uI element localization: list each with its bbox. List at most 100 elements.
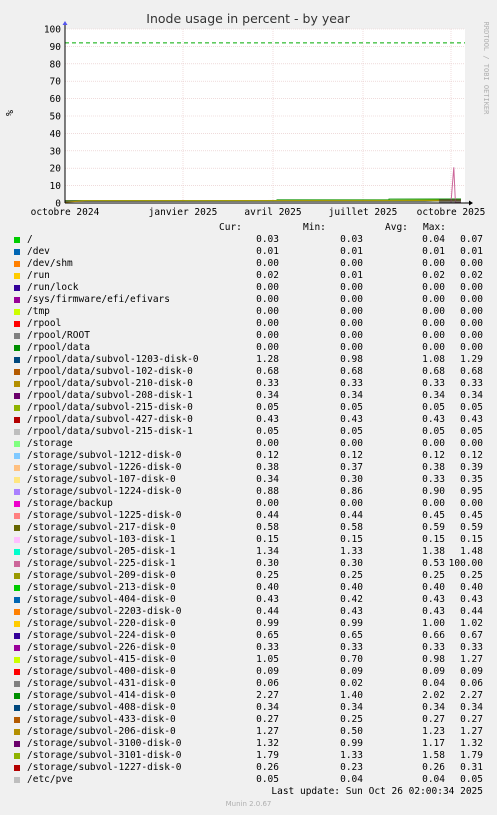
legend-value-min: 0.98 (340, 354, 363, 365)
legend-value-cur: 0.65 (256, 630, 279, 641)
legend-value-cur: 0.38 (256, 462, 279, 473)
legend-label: /rpool/data/subvol-1203-disk-0 (27, 354, 199, 365)
legend-value-max: 0.00 (460, 306, 483, 317)
legend-value-cur: 0.68 (256, 366, 279, 377)
legend-value-min: 0.12 (340, 450, 363, 461)
legend-value-max: 2.27 (460, 690, 483, 701)
legend-value-min: 0.43 (340, 606, 363, 617)
legend-value-max: 1.79 (460, 750, 483, 761)
legend-label: /rpool/data/subvol-102-disk-0 (27, 366, 193, 377)
legend-swatch (14, 441, 20, 447)
legend-label: /tmp (27, 306, 50, 317)
legend-value-cur: 0.00 (256, 294, 279, 305)
legend-row: /dev/shm 0.00 0.00 0.00 0.00 (0, 258, 497, 270)
legend-value-min: 0.04 (340, 774, 363, 785)
x-axis-arrow (469, 200, 473, 206)
legend-value-max: 0.02 (460, 270, 483, 281)
legend-value-min: 1.33 (340, 750, 363, 761)
legend-row: /storage/subvol-1224-disk-0 0.88 0.86 0.90 0… (0, 486, 497, 498)
legend-row: /storage/subvol-1227-disk-0 0.26 0.23 0.26 0… (0, 762, 497, 774)
legend-label: /storage/subvol-205-disk-1 (27, 546, 176, 557)
legend-value-min: 0.86 (340, 486, 363, 497)
legend-value-max: 0.33 (460, 378, 483, 389)
legend-value-min: 1.33 (340, 546, 363, 557)
legend-swatch (14, 333, 20, 339)
legend-value-min: 0.00 (340, 306, 363, 317)
y-tick-label: 70 (50, 77, 62, 88)
legend-label: /storage/subvol-415-disk-0 (27, 654, 176, 665)
legend-swatch (14, 465, 20, 471)
legend-row: /rpool/data/subvol-210-disk-0 0.33 0.33 0.3… (0, 378, 497, 390)
legend-row: /rpool/data/subvol-208-disk-1 0.34 0.34 0.3… (0, 390, 497, 402)
legend-value-cur: 0.00 (256, 318, 279, 329)
legend-value-min: 0.01 (340, 246, 363, 257)
legend-value-cur: 0.33 (256, 642, 279, 653)
legend-value-max: 0.00 (460, 282, 483, 293)
legend-value-cur: 0.34 (256, 702, 279, 713)
legend-swatch (14, 477, 20, 483)
legend-row: /storage/subvol-3100-disk-0 1.32 0.99 1.17 1… (0, 738, 497, 750)
legend-value-max: 0.15 (460, 534, 483, 545)
legend-value-min: 0.00 (340, 330, 363, 341)
legend-row: /storage/subvol-404-disk-0 0.43 0.42 0.43 0.… (0, 594, 497, 606)
legend-label: /rpool (27, 318, 62, 329)
legend-label: /storage/subvol-217-disk-0 (27, 522, 176, 533)
legend-label: /storage/subvol-414-disk-0 (27, 690, 176, 701)
legend-swatch (14, 369, 20, 375)
legend-value-min: 0.37 (340, 462, 363, 473)
legend-label: / (27, 234, 33, 245)
legend-value-max: 0.27 (460, 714, 483, 725)
legend-value-min: 0.34 (340, 390, 363, 401)
legend-value-max: 0.25 (460, 570, 483, 581)
y-tick-label: 60 (50, 94, 62, 105)
legend-label: /rpool/data/subvol-215-disk-0 (27, 402, 193, 413)
rrdtool-watermark: RRDTOOL / TOBI OETIKER (482, 22, 490, 116)
legend-value-cur: 1.27 (256, 726, 279, 737)
legend-swatch (14, 549, 20, 555)
legend-row: /storage/backup 0.00 0.00 0.00 0.00 (0, 498, 497, 510)
legend-value-max: 1.27 (460, 726, 483, 737)
legend-value-cur: 0.58 (256, 522, 279, 533)
legend-label: /rpool/data (27, 342, 90, 353)
legend-label: /storage/subvol-433-disk-0 (27, 714, 176, 725)
legend-value-max: 0.00 (460, 498, 483, 509)
legend-row: /rpool/ROOT 0.00 0.00 0.00 0.00 (0, 330, 497, 342)
legend-row: /storage/subvol-2203-disk-0 0.44 0.43 0.43 0… (0, 606, 497, 618)
legend-value-max: 0.33 (460, 642, 483, 653)
legend-row: /rpool/data/subvol-1203-disk-0 1.28 0.98 1.… (0, 354, 497, 366)
legend-value-min: 0.50 (340, 726, 363, 737)
legend-label: /storage/subvol-1226-disk-0 (27, 462, 182, 473)
legend-value-max: 0.00 (460, 342, 483, 353)
legend-row: /storage/subvol-1212-disk-0 0.12 0.12 0.12 0… (0, 450, 497, 462)
legend-label: /run (27, 270, 50, 281)
legend-row: /storage/subvol-408-disk-0 0.34 0.34 0.34 0.… (0, 702, 497, 714)
chart-title: Inode usage in percent - by year (146, 11, 350, 26)
legend-swatch (14, 753, 20, 759)
legend-swatch (14, 285, 20, 291)
legend-value-max: 0.43 (460, 594, 483, 605)
legend-swatch (14, 525, 20, 531)
legend-row: /storage 0.00 0.00 0.00 0.00 (0, 438, 497, 450)
legend-value-max: 0.35 (460, 474, 483, 485)
legend-row: /storage/subvol-1226-disk-0 0.38 0.37 0.38 0… (0, 462, 497, 474)
legend-value-cur: 0.05 (256, 402, 279, 413)
legend-value-cur: 0.44 (256, 606, 279, 617)
legend-swatch (14, 585, 20, 591)
legend-value-cur: 0.34 (256, 474, 279, 485)
legend-value-max: 0.07 (460, 234, 483, 245)
legend-value-min: 0.25 (340, 714, 363, 725)
legend-value-cur: 0.01 (256, 246, 279, 257)
x-tick-label: avril 2025 (244, 207, 301, 218)
legend-value-min: 0.00 (340, 438, 363, 449)
legend-value-min: 0.58 (340, 522, 363, 533)
series-cluster-band (439, 198, 461, 203)
legend-value-cur: 0.30 (256, 558, 279, 569)
legend-value-cur: 0.88 (256, 486, 279, 497)
legend-swatch (14, 705, 20, 711)
legend-swatch (14, 309, 20, 315)
legend-value-cur: 0.43 (256, 594, 279, 605)
legend-value-min: 0.01 (340, 270, 363, 281)
legend-row: /storage/subvol-206-disk-0 1.27 0.50 1.23 1.… (0, 726, 497, 738)
legend-value-max: 0.45 (460, 510, 483, 521)
legend-label: /storage/subvol-103-disk-1 (27, 534, 176, 545)
